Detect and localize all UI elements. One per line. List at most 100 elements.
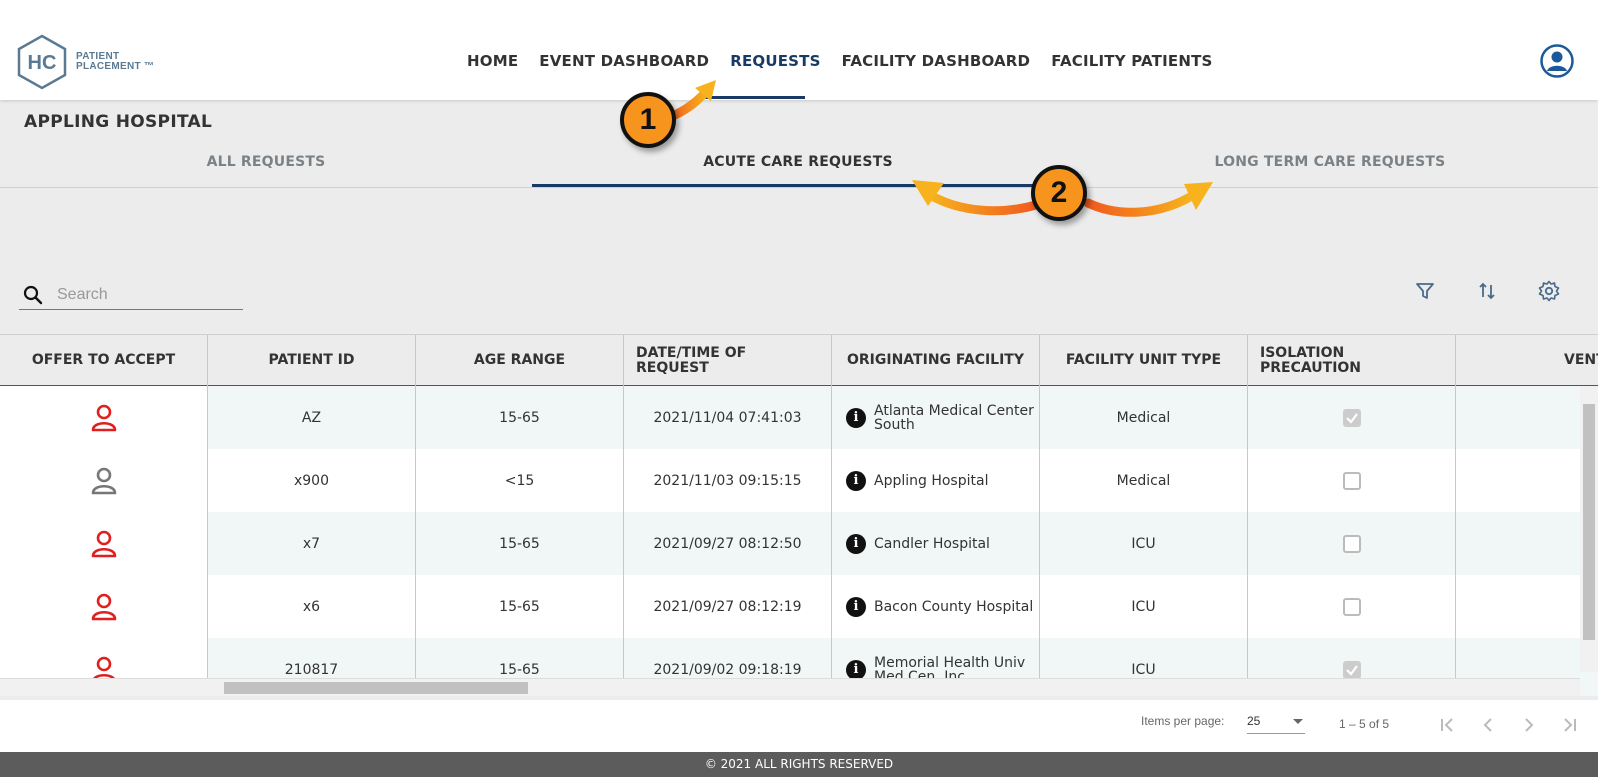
isolation-checkbox[interactable] [1342, 660, 1361, 679]
tab-acute-care-requests[interactable]: ACUTE CARE REQUESTS [532, 154, 1064, 170]
age-range-cell: <15 [416, 449, 624, 512]
info-icon[interactable]: i [846, 470, 866, 491]
table-row[interactable]: x7 15-65 2021/09/27 08:12:50 i Candler Ho… [0, 512, 1598, 575]
nav-facility-patients[interactable]: FACILITY PATIENTS [1051, 52, 1212, 70]
ventilator-cell: No [1456, 386, 1598, 449]
person-offer-icon[interactable] [89, 466, 119, 496]
isolation-checkbox[interactable] [1342, 534, 1361, 553]
info-icon[interactable]: i [846, 659, 866, 680]
table-row[interactable]: x900 <15 2021/11/03 09:15:15 i Appling Ho… [0, 449, 1598, 512]
chevron-right-icon [1525, 718, 1534, 732]
col-patient-id[interactable]: PATIENT ID [208, 335, 416, 386]
request-tabs: ALL REQUESTS ACUTE CARE REQUESTS LONG TE… [0, 140, 1598, 188]
unit-type-cell: Medical [1040, 449, 1248, 512]
unit-type-cell: ICU [1040, 512, 1248, 575]
datetime-cell: 2021/09/27 08:12:19 [624, 575, 832, 638]
requests-table: OFFER TO ACCEPT PATIENT ID AGE RANGE DAT… [0, 334, 1598, 696]
tab-active-underline [532, 184, 1064, 187]
items-per-page-value: 25 [1247, 714, 1261, 728]
last-page-icon [1564, 718, 1576, 732]
unit-type-cell: Medical [1040, 386, 1248, 449]
nav-home[interactable]: HOME [467, 52, 518, 70]
main-nav: HOME EVENT DASHBOARD REQUESTS FACILITY D… [467, 52, 1234, 70]
person-offer-icon[interactable] [89, 403, 119, 433]
search-icon [23, 285, 43, 304]
nav-facility-dashboard[interactable]: FACILITY DASHBOARD [842, 52, 1031, 70]
col-offer-to-accept[interactable]: OFFER TO ACCEPT [0, 335, 208, 386]
items-per-page-label: Items per page: [1141, 714, 1225, 728]
col-age-range[interactable]: AGE RANGE [416, 335, 624, 386]
tab-all-requests[interactable]: ALL REQUESTS [0, 154, 532, 170]
person-offer-icon[interactable] [89, 592, 119, 622]
sort-icon[interactable] [1475, 279, 1499, 303]
isolation-cell [1248, 512, 1456, 575]
isolation-checkbox[interactable] [1342, 471, 1361, 490]
offer-cell [0, 386, 208, 449]
vertical-scroll-thumb[interactable] [1583, 404, 1595, 640]
page-footer: © 2021 ALL RIGHTS RESERVED [0, 752, 1598, 777]
datetime-cell: 2021/09/27 08:12:50 [624, 512, 832, 575]
facility-name: Atlanta Medical Center South [874, 402, 1034, 433]
nav-event-dashboard[interactable]: EVENT DASHBOARD [539, 52, 709, 70]
tab-long-term-care-requests[interactable]: LONG TERM CARE REQUESTS [1064, 154, 1596, 170]
patient-id-cell: x7 [208, 512, 416, 575]
search-input[interactable] [57, 285, 237, 304]
first-page-button[interactable] [1434, 712, 1460, 738]
patient-id-cell: x6 [208, 575, 416, 638]
ventilator-cell: No [1456, 449, 1598, 512]
chevron-left-icon [1483, 718, 1492, 732]
col-date-time[interactable]: DATE/TIME OF REQUEST [624, 335, 832, 386]
age-range-cell: 15-65 [416, 512, 624, 575]
facility-cell: i Bacon County Hospital [832, 575, 1040, 638]
info-icon[interactable]: i [846, 407, 866, 428]
isolation-cell [1248, 449, 1456, 512]
age-range-cell: 15-65 [416, 575, 624, 638]
search-box [19, 280, 243, 310]
person-offer-icon[interactable] [89, 529, 119, 559]
isolation-checkbox[interactable] [1342, 408, 1361, 427]
settings-icon[interactable] [1537, 279, 1561, 303]
offer-cell [0, 512, 208, 575]
facility-cell: i Atlanta Medical Center South [832, 386, 1040, 449]
ventilator-cell: No [1456, 575, 1598, 638]
col-ventilator[interactable]: VENTILATO [1456, 335, 1598, 386]
datetime-cell: 2021/11/03 09:15:15 [624, 449, 832, 512]
patient-id-cell: x900 [208, 449, 416, 512]
horizontal-scrollbar[interactable] [0, 678, 1580, 696]
isolation-checkbox[interactable] [1342, 597, 1361, 616]
vertical-scrollbar[interactable] [1580, 386, 1598, 672]
paginator: Items per page: 25 1 – 5 of 5 [0, 700, 1598, 752]
nav-active-underline [702, 96, 805, 99]
offer-cell [0, 449, 208, 512]
callout-2: 2 [1031, 165, 1087, 221]
info-icon[interactable]: i [846, 596, 866, 617]
logo-mark-text: HC [28, 52, 57, 74]
previous-page-button[interactable] [1475, 712, 1501, 738]
facility-name: Bacon County Hospital [874, 598, 1034, 615]
facility-name: Appling Hospital [874, 472, 989, 489]
facility-name: Candler Hospital [874, 535, 990, 552]
items-per-page-select[interactable]: 25 [1247, 710, 1305, 734]
facility-cell: i Appling Hospital [832, 449, 1040, 512]
filter-icon[interactable] [1413, 279, 1437, 303]
table-row[interactable]: AZ 15-65 2021/11/04 07:41:03 i Atlanta Me… [0, 386, 1598, 449]
last-page-button[interactable] [1557, 712, 1583, 738]
table-header: OFFER TO ACCEPT PATIENT ID AGE RANGE DAT… [0, 334, 1598, 386]
offer-cell [0, 575, 208, 638]
col-facility-unit-type[interactable]: FACILITY UNIT TYPE [1040, 335, 1248, 386]
table-row[interactable]: x6 15-65 2021/09/27 08:12:19 i Bacon Coun… [0, 575, 1598, 638]
user-account-icon[interactable] [1540, 44, 1574, 78]
isolation-cell [1248, 575, 1456, 638]
horizontal-scroll-thumb[interactable] [224, 682, 528, 694]
patient-id-cell: AZ [208, 386, 416, 449]
nav-requests[interactable]: REQUESTS [730, 52, 820, 70]
next-page-button[interactable] [1516, 712, 1542, 738]
info-icon[interactable]: i [846, 533, 866, 554]
logo-line-2: PLACEMENT ™ [76, 61, 155, 72]
chevron-down-icon [1293, 719, 1303, 724]
age-range-cell: 15-65 [416, 386, 624, 449]
col-originating-facility[interactable]: ORIGINATING FACILITY [832, 335, 1040, 386]
unit-type-cell: ICU [1040, 575, 1248, 638]
col-isolation-precaution[interactable]: ISOLATION PRECAUTION [1248, 335, 1456, 386]
app-logo[interactable]: HC PATIENT PLACEMENT ™ [16, 34, 154, 90]
